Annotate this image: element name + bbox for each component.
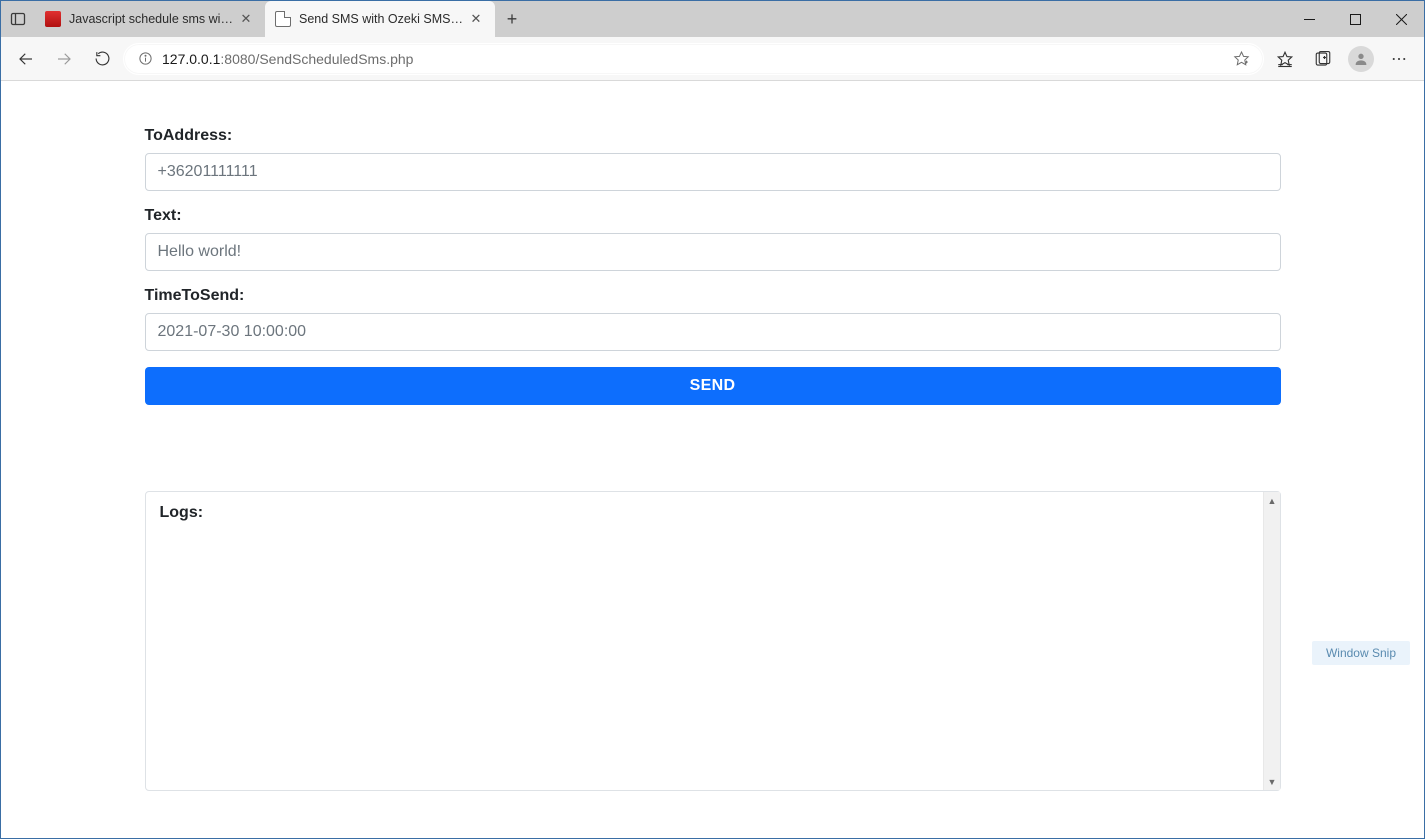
tab-strip: Javascript schedule sms with the http re… <box>1 1 529 37</box>
tab-actions-button[interactable] <box>1 11 35 27</box>
time-to-send-label: TimeToSend: <box>145 287 1281 305</box>
text-group: Text: <box>145 207 1281 271</box>
tab-javascript-schedule[interactable]: Javascript schedule sms with the http re… <box>35 1 265 37</box>
scroll-up-icon[interactable]: ▲ <box>1264 492 1281 509</box>
back-button[interactable] <box>9 42 43 76</box>
url-host: 127.0.0.1 <box>162 51 220 67</box>
text-label: Text: <box>145 207 1281 225</box>
close-window-button[interactable] <box>1378 1 1424 37</box>
logs-title: Logs: <box>160 504 1249 522</box>
time-to-send-input[interactable] <box>145 313 1281 351</box>
logs-panel: Logs: ▲ ▼ <box>145 491 1281 791</box>
window-controls <box>1286 1 1424 37</box>
titlebar-drag-region <box>529 1 1286 37</box>
minimize-button[interactable] <box>1286 1 1332 37</box>
to-address-label: ToAddress: <box>145 127 1281 145</box>
to-address-input[interactable] <box>145 153 1281 191</box>
url-port: :8080 <box>220 51 255 67</box>
logs-scrollbar[interactable]: ▲ ▼ <box>1263 492 1280 790</box>
tab-send-sms[interactable]: Send SMS with Ozeki SMS Gateway ✕ <box>265 1 495 37</box>
new-tab-button[interactable]: + <box>495 9 529 30</box>
settings-menu-button[interactable] <box>1382 42 1416 76</box>
avatar-icon <box>1348 46 1374 72</box>
to-address-group: ToAddress: <box>145 127 1281 191</box>
browser-titlebar: Javascript schedule sms with the http re… <box>1 1 1424 37</box>
favorite-button[interactable] <box>1229 50 1253 67</box>
tab-label: Javascript schedule sms with the http re… <box>69 12 233 26</box>
browser-toolbar: 127.0.0.1:8080/SendScheduledSms.php <box>1 37 1424 81</box>
collections-button[interactable] <box>1306 42 1340 76</box>
close-tab-button[interactable]: ✕ <box>467 10 485 28</box>
address-bar[interactable]: 127.0.0.1:8080/SendScheduledSms.php <box>123 43 1264 75</box>
time-to-send-group: TimeToSend: <box>145 287 1281 351</box>
refresh-button[interactable] <box>85 42 119 76</box>
favorites-button[interactable] <box>1268 42 1302 76</box>
url-path: /SendScheduledSms.php <box>255 51 413 67</box>
profile-button[interactable] <box>1344 42 1378 76</box>
close-tab-button[interactable]: ✕ <box>237 10 255 28</box>
url-text: 127.0.0.1:8080/SendScheduledSms.php <box>162 51 1229 67</box>
scroll-down-icon[interactable]: ▼ <box>1264 773 1281 790</box>
form-container: ToAddress: Text: TimeToSend: SEND Logs: … <box>145 81 1281 791</box>
page-favicon-icon <box>275 11 291 27</box>
forward-button[interactable] <box>47 42 81 76</box>
maximize-button[interactable] <box>1332 1 1378 37</box>
ozeki-favicon-icon <box>45 11 61 27</box>
tab-label: Send SMS with Ozeki SMS Gateway <box>299 12 463 26</box>
window-snip-watermark: Window Snip <box>1312 641 1410 665</box>
logs-content: Logs: <box>146 492 1263 790</box>
site-info-icon[interactable] <box>134 51 156 66</box>
send-button[interactable]: SEND <box>145 367 1281 405</box>
text-input[interactable] <box>145 233 1281 271</box>
page-viewport: ToAddress: Text: TimeToSend: SEND Logs: … <box>1 81 1424 838</box>
